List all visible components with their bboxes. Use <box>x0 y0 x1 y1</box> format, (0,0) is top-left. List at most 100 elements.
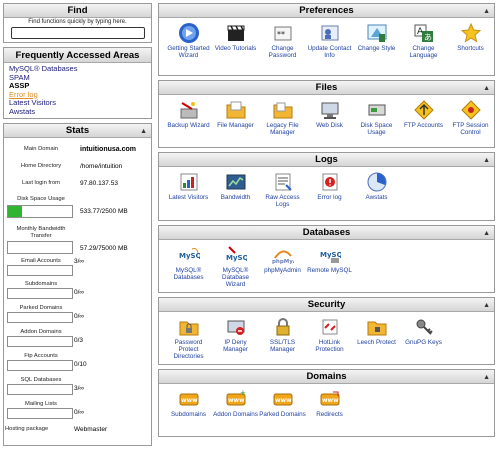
bandwidth-link[interactable]: Bandwidth <box>212 171 259 208</box>
getting-started-wizard-link[interactable]: Getting Started Wizard <box>165 22 212 59</box>
mailing-lists-bar <box>7 408 73 419</box>
legacy-file-manager-icon <box>272 99 294 121</box>
stat-label: Subdomains <box>24 281 58 287</box>
files-header: Files ▲ <box>159 81 494 95</box>
security-panel: Security ▲ Password Protect Directories … <box>158 297 495 365</box>
web-disk-link[interactable]: Web Disk <box>306 99 353 136</box>
change-language-link[interactable]: Aあ Change Language <box>400 22 447 59</box>
file-manager-link[interactable]: File Manager <box>212 99 259 136</box>
stat-label: Disk Space Usage <box>17 196 65 202</box>
ssl-tls-manager-link[interactable]: SSL/TLS Manager <box>259 316 306 360</box>
stat-label: Main Domain <box>23 146 59 152</box>
item-label: FTP Session Control <box>452 122 489 136</box>
language-icon: Aあ <box>413 22 435 44</box>
ftp-session-control-link[interactable]: FTP Session Control <box>447 99 494 136</box>
stat-hosting-package: Hosting package Webmaster <box>4 426 153 436</box>
item-label: Web Disk <box>316 122 343 129</box>
disk-usage-bar-fill <box>8 206 22 217</box>
mysql-database-wizard-link[interactable]: MySQL MySQL® Database Wizard <box>212 244 259 288</box>
collapse-icon[interactable]: ▲ <box>483 82 490 95</box>
mysql-databases-link[interactable]: MySQL MySQL® Databases <box>165 244 212 288</box>
collapse-icon[interactable]: ▲ <box>483 5 490 18</box>
disk-space-usage-link[interactable]: Disk Space Usage <box>353 99 400 136</box>
file-manager-icon <box>225 99 247 121</box>
collapse-icon[interactable]: ▲ <box>483 371 490 384</box>
latest-visitors-link[interactable]: Latest Visitors <box>165 171 212 208</box>
item-label: Getting Started Wizard <box>167 45 210 59</box>
stat-subdomains: Subdomains 0/∞ <box>4 280 153 302</box>
item-label: Remote MySQL <box>307 267 352 274</box>
leech-icon <box>366 316 388 338</box>
stat-ftp-accounts: Ftp Accounts 0/10 <box>4 352 153 374</box>
item-label: MySQL® Databases <box>173 267 204 281</box>
stat-value: Webmaster <box>74 426 108 433</box>
domains-items: www Subdomains www + Addon Domains www Pa… <box>159 384 494 418</box>
item-label: GnuPG Keys <box>405 339 442 346</box>
stat-value: 0/∞ <box>74 313 85 320</box>
stat-value: /home/intuition <box>80 163 123 170</box>
video-tutorials-link[interactable]: Video Tutorials <box>212 22 259 59</box>
collapse-icon[interactable]: ▲ <box>140 125 147 138</box>
find-box: Find Find functions quickly by typing he… <box>3 3 152 43</box>
frequent-link-spam[interactable]: SPAM <box>9 73 151 83</box>
backup-wizard-link[interactable]: Backup Wizard <box>165 99 212 136</box>
collapse-icon[interactable]: ▲ <box>483 227 490 240</box>
password-protect-directories-link[interactable]: Password Protect Directories <box>165 316 212 360</box>
parked-domains-link[interactable]: www Parked Domains <box>259 388 306 418</box>
change-password-link[interactable]: ** Change Password <box>259 22 306 59</box>
addon-domains-link[interactable]: www + Addon Domains <box>212 388 259 418</box>
item-label: Error log <box>317 194 342 201</box>
contact-icon <box>319 22 341 44</box>
domains-panel: Domains ▲ www Subdomains www + Addon Doma… <box>158 369 495 437</box>
addon-domains-bar <box>7 336 73 347</box>
error-log-link[interactable]: Error log <box>306 171 353 208</box>
find-input[interactable] <box>10 27 145 39</box>
phpmyadmin-icon: phpMyA <box>272 244 294 266</box>
redirects-link[interactable]: www Redirects <box>306 388 353 418</box>
remote-mysql-link[interactable]: MySQL Remote MySQL <box>306 244 353 288</box>
frequent-title: Frequently Accessed Areas <box>4 48 151 63</box>
sql-databases-bar <box>7 384 73 395</box>
change-style-link[interactable]: Change Style <box>353 22 400 59</box>
svg-text:+: + <box>240 389 246 397</box>
files-panel: Files ▲ Backup Wizard File Manager Legac… <box>158 80 495 148</box>
awstats-link[interactable]: Awstats <box>353 171 400 208</box>
databases-header: Databases ▲ <box>159 226 494 240</box>
item-label: Legacy File Manager <box>266 122 299 136</box>
hotlink-icon <box>319 316 341 338</box>
keys-icon <box>413 316 435 338</box>
stat-addon-domains: Addon Domains 0/3 <box>4 328 153 350</box>
frequent-link-mysql[interactable]: MySQL® Databases <box>9 64 151 74</box>
update-contact-info-link[interactable]: Update Contact Info <box>306 22 353 59</box>
security-items: Password Protect Directories IP Deny Man… <box>159 312 494 360</box>
stat-mailing-lists: Mailing Lists 0/∞ <box>4 400 153 422</box>
legacy-file-manager-link[interactable]: Legacy File Manager <box>259 99 306 136</box>
hotlink-protection-link[interactable]: HotLink Protection <box>306 316 353 360</box>
security-header: Security ▲ <box>159 298 494 312</box>
collapse-icon[interactable]: ▲ <box>483 154 490 167</box>
shortcuts-link[interactable]: Shortcuts <box>447 22 494 59</box>
databases-title: Databases <box>302 227 351 238</box>
item-label: Disk Space Usage <box>360 122 393 136</box>
raw-access-logs-link[interactable]: Raw Access Logs <box>259 171 306 208</box>
parked-domains-icon: www <box>272 388 294 410</box>
ftp-accounts-link[interactable]: FTP Accounts <box>400 99 447 136</box>
clapperboard-icon <box>225 22 247 44</box>
item-label: Leech Protect <box>357 339 396 346</box>
item-label: Bandwidth <box>220 194 251 201</box>
awstats-icon <box>366 171 388 193</box>
star-icon <box>460 22 482 44</box>
frequent-link-awstats[interactable]: Awstats <box>9 107 151 117</box>
leech-protect-link[interactable]: Leech Protect <box>353 316 400 360</box>
web-disk-icon <box>319 99 341 121</box>
svg-text:MySQL: MySQL <box>226 254 247 262</box>
subdomains-link[interactable]: www Subdomains <box>165 388 212 418</box>
item-label: Addon Domains <box>213 411 258 418</box>
phpmyadmin-link[interactable]: phpMyA phpMyAdmin <box>259 244 306 288</box>
svg-text:www: www <box>322 397 339 404</box>
collapse-icon[interactable]: ▲ <box>483 299 490 312</box>
ip-deny-manager-link[interactable]: IP Deny Manager <box>212 316 259 360</box>
logs-header: Logs ▲ <box>159 153 494 167</box>
stat-value: 3/∞ <box>74 385 85 392</box>
gnupg-keys-link[interactable]: GnuPG Keys <box>400 316 447 360</box>
